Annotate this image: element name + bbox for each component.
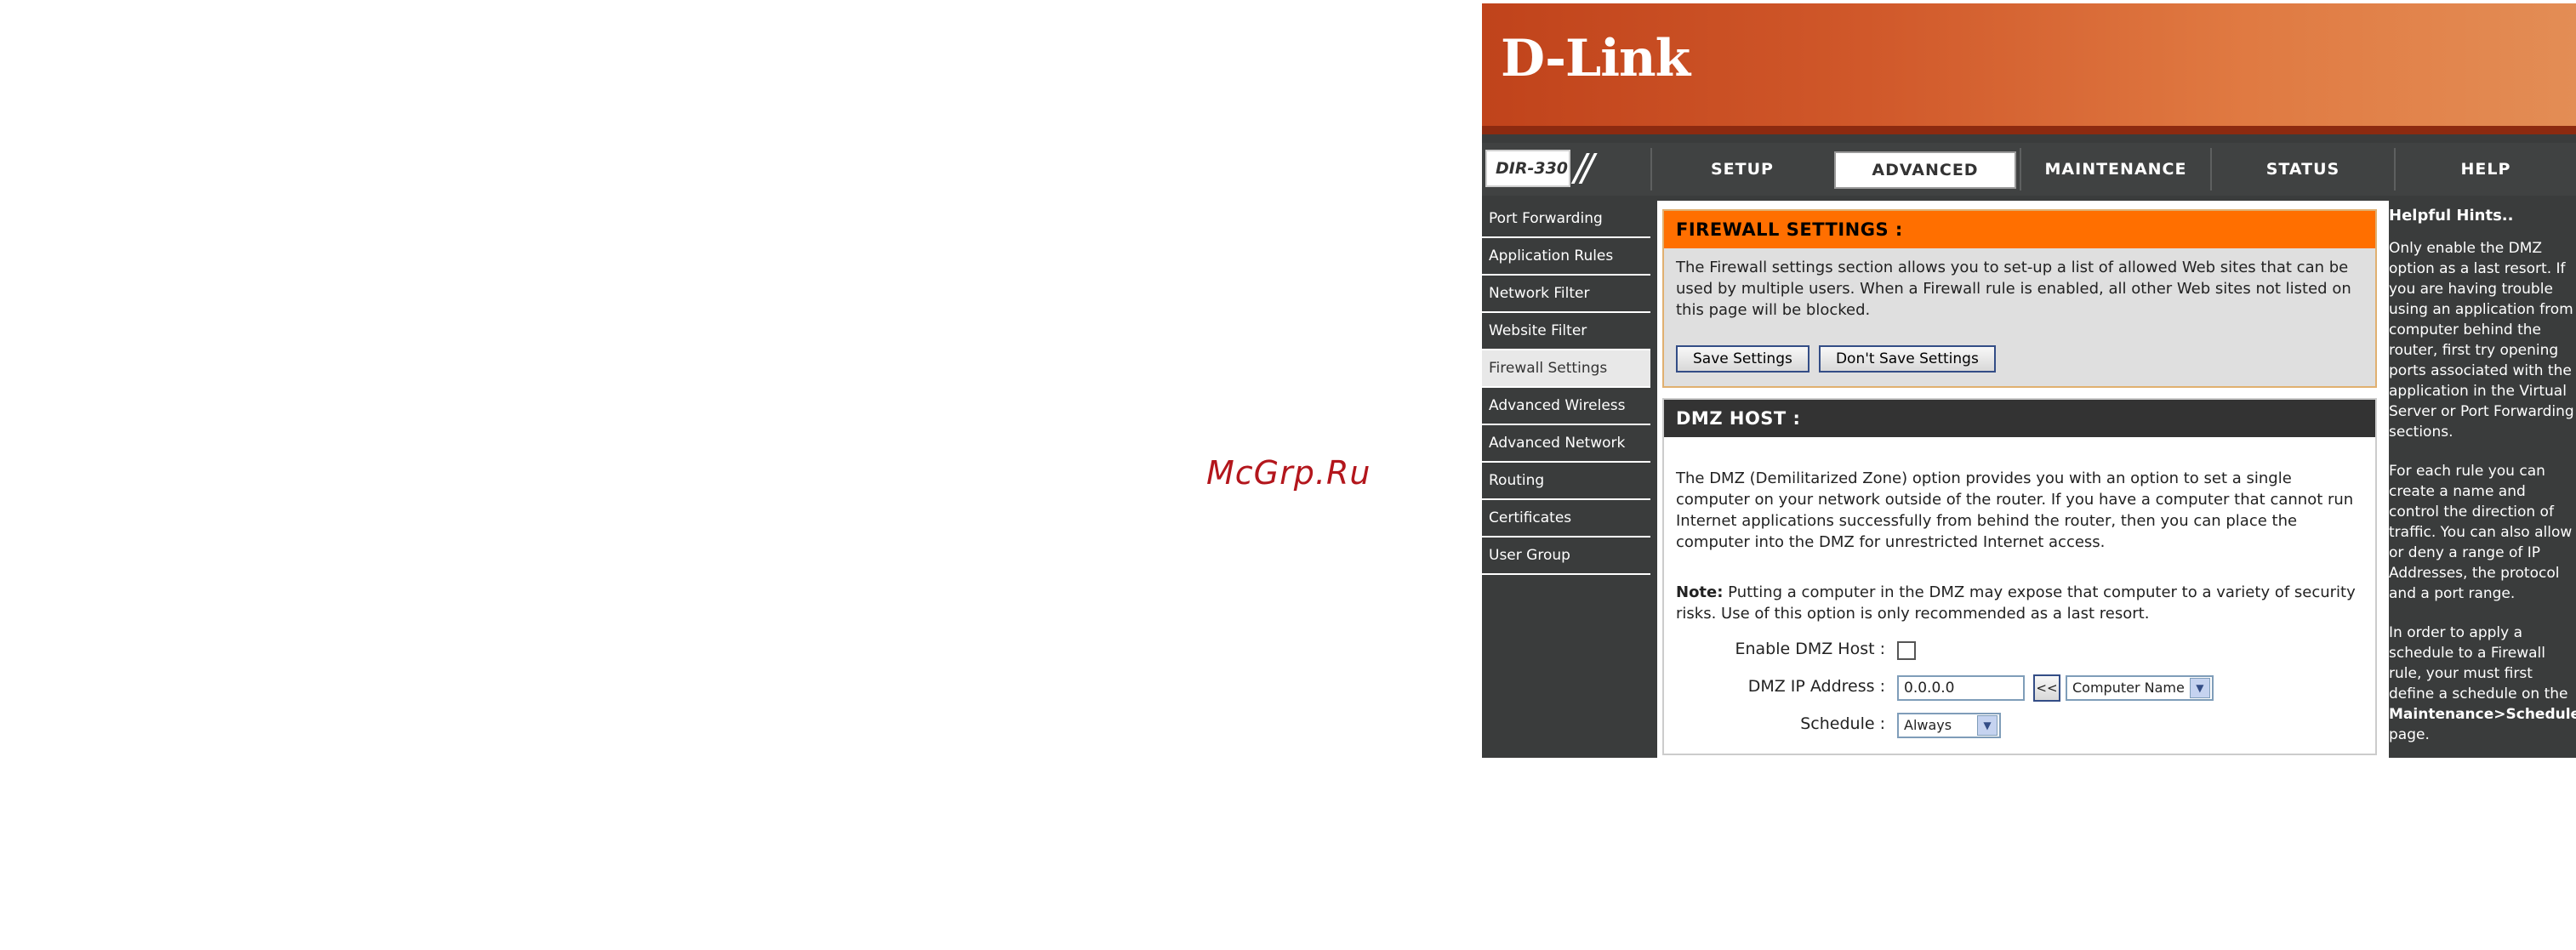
schedule-row: Schedule : Always ▼ (1664, 711, 2370, 740)
chevron-down-icon: ▼ (1977, 715, 1998, 736)
sidebar-item-routing[interactable]: Routing (1482, 463, 1650, 500)
hint-paragraph-2: For each rule you can create a name and … (2389, 463, 2573, 602)
sidebar-item-network-filter[interactable]: Network Filter (1482, 276, 1650, 313)
helpful-hints-title: Helpful Hints.. (2389, 207, 2514, 225)
hint-paragraph-1: Only enable the DMZ option as a last res… (2389, 240, 2574, 441)
tab-help[interactable]: HELP (2394, 148, 2576, 191)
hint-paragraph-3: In order to apply a schedule to a Firewa… (2389, 623, 2576, 745)
enable-dmz-row: Enable DMZ Host : (1664, 636, 2370, 665)
dont-save-settings-button[interactable]: Don't Save Settings (1818, 345, 1996, 373)
sidebar-item-application-rules[interactable]: Application Rules (1482, 238, 1650, 276)
divider-slashes-icon: // (1574, 146, 1594, 190)
hint-paragraph-3-end: page. (2389, 726, 2430, 743)
schedule-label: Schedule : (1800, 714, 1885, 733)
dmz-host-panel: DMZ HOST : The DMZ (Demilitarized Zone) … (1662, 398, 2377, 755)
dmz-note: Note: Putting a computer in the DMZ may … (1676, 582, 2365, 624)
model-badge: DIR-330 (1485, 150, 1570, 187)
sidebar-item-advanced-wireless[interactable]: Advanced Wireless (1482, 388, 1650, 425)
header-banner: D-Link (1482, 3, 2576, 134)
sidebar-item-advanced-network[interactable]: Advanced Network (1482, 425, 1650, 463)
tab-maintenance[interactable]: MAINTENANCE (2020, 148, 2210, 191)
hint-paragraph-3-text: In order to apply a schedule to a Firewa… (2389, 624, 2568, 703)
dlink-logo: D-Link (1501, 29, 1690, 88)
tab-status[interactable]: STATUS (2210, 148, 2394, 191)
watermark-text: McGrp.Ru (1206, 454, 1371, 492)
sidebar-item-certificates[interactable]: Certificates (1482, 500, 1650, 538)
copy-computer-ip-button[interactable]: << (2033, 674, 2060, 702)
firewall-settings-description: The Firewall settings section allows you… (1676, 259, 2351, 319)
sidebar-item-port-forwarding[interactable]: Port Forwarding (1482, 201, 1650, 238)
tab-setup[interactable]: SETUP (1650, 148, 1832, 191)
dmz-ip-input[interactable]: 0.0.0.0 (1897, 675, 2025, 701)
enable-dmz-label: Enable DMZ Host : (1735, 640, 1885, 658)
schedule-select-value: Always (1904, 717, 1952, 733)
main-content: FIREWALL SETTINGS : The Firewall setting… (1657, 201, 2389, 758)
chevron-down-icon: ▼ (2189, 678, 2210, 698)
dmz-note-label: Note: (1676, 583, 1724, 601)
enable-dmz-checkbox[interactable] (1897, 641, 1916, 660)
firewall-settings-panel: FIREWALL SETTINGS : The Firewall setting… (1662, 209, 2377, 388)
tab-advanced[interactable]: ADVANCED (1834, 151, 2016, 189)
sidebar-item-user-group[interactable]: User Group (1482, 538, 1650, 575)
router-admin-window: D-Link DIR-330 // SETUP ADVANCED MAINTEN… (1482, 3, 2576, 758)
schedule-select[interactable]: Always ▼ (1897, 713, 2001, 738)
settings-button-row: Save Settings Don't Save Settings (1676, 345, 2001, 373)
sidebar-menu: Port Forwarding Application Rules Networ… (1482, 201, 1650, 575)
computer-name-select[interactable]: Computer Name ▼ (2066, 675, 2214, 701)
save-settings-button[interactable]: Save Settings (1676, 345, 1809, 373)
top-navigation: DIR-330 // SETUP ADVANCED MAINTENANCE ST… (1482, 143, 2576, 196)
maintenance-schedules-link[interactable]: Maintenance>Schedules (2389, 706, 2576, 723)
dmz-host-title: DMZ HOST : (1664, 400, 2375, 437)
dmz-ip-row: DMZ IP Address : 0.0.0.0 << Computer Nam… (1664, 674, 2370, 703)
helpful-hints-panel: Helpful Hints.. Only enable the DMZ opti… (2385, 201, 2576, 758)
dmz-host-description: The DMZ (Demilitarized Zone) option prov… (1676, 469, 2354, 551)
sidebar-item-website-filter[interactable]: Website Filter (1482, 313, 1650, 350)
dmz-ip-label: DMZ IP Address : (1747, 677, 1885, 696)
computer-name-select-value: Computer Name (2072, 680, 2185, 696)
sidebar-item-firewall-settings[interactable]: Firewall Settings (1482, 350, 1650, 388)
dmz-note-text: Putting a computer in the DMZ may expose… (1676, 583, 2356, 623)
firewall-settings-title: FIREWALL SETTINGS : (1664, 211, 2375, 248)
